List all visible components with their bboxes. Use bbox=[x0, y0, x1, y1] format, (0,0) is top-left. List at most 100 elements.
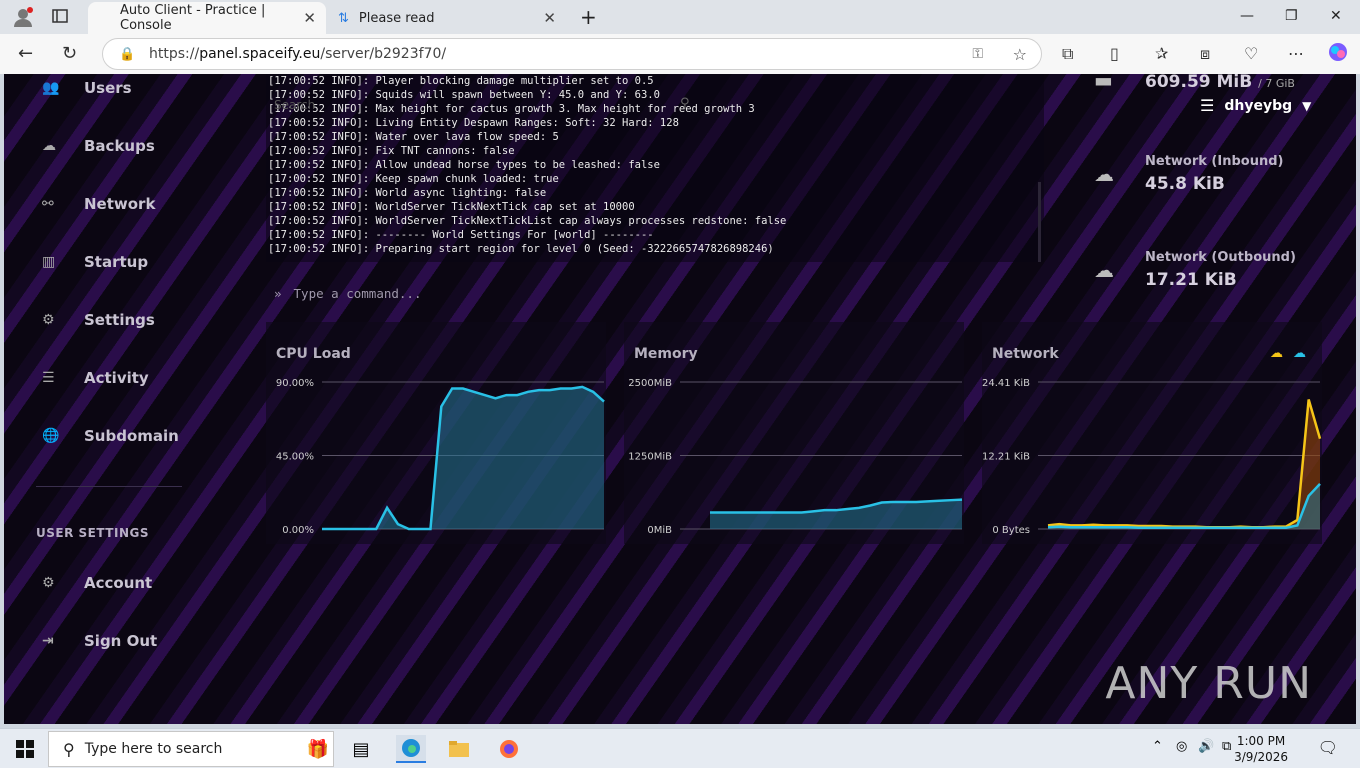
task-view-icon[interactable]: ▤ bbox=[346, 735, 376, 763]
cpu-chart-card: CPU Load 90.00% 45.00% 0.00% bbox=[266, 322, 606, 544]
cloud-download-icon: ☁ bbox=[1270, 346, 1283, 361]
sidebar-item-sign-out[interactable]: ⇥ Sign Out bbox=[42, 632, 157, 650]
globe-icon: 🌐 bbox=[42, 428, 60, 444]
list-icon: ☰ bbox=[42, 370, 55, 386]
edge-icon[interactable] bbox=[396, 735, 426, 763]
collections-icon[interactable]: ⧈ bbox=[1200, 44, 1210, 64]
console-scrollbar[interactable] bbox=[1038, 182, 1041, 262]
series-area bbox=[322, 386, 604, 529]
url-field[interactable]: 🔒 https://panel.spaceify.eu/server/b2923… bbox=[102, 38, 1042, 70]
key-icon[interactable]: ⚿ bbox=[972, 46, 983, 62]
volume-icon[interactable]: 🔊 bbox=[1198, 739, 1214, 754]
sidebar-item-label: Activity bbox=[84, 369, 149, 387]
refresh-icon[interactable]: ↻ bbox=[62, 43, 77, 64]
console-line: [17:00:52 INFO]: World async lighting: f… bbox=[268, 187, 547, 199]
y-tick-label: 12.21 KiB bbox=[982, 452, 1030, 463]
notifications-icon[interactable]: 🗨 bbox=[1318, 738, 1338, 757]
sidebar-item-label: Account bbox=[84, 574, 153, 592]
tab-console[interactable]: Auto Client - Practice | Console ✕ bbox=[88, 2, 326, 34]
network-legend: ☁ ☁ bbox=[1270, 346, 1306, 361]
sidebar: 👥 Users ☁ Backups ⚯ Network ▥ Startup ⚙ Setti… bbox=[4, 74, 194, 724]
sidebar-item-users[interactable]: 👥 Users bbox=[42, 79, 132, 97]
cpu-chart: 90.00% 45.00% 0.00% bbox=[276, 378, 605, 536]
console-line: [17:00:52 INFO]: Player blocking damage … bbox=[268, 75, 654, 87]
split-screen-icon[interactable]: ▯ bbox=[1110, 44, 1119, 63]
close-tab-icon[interactable]: ✕ bbox=[303, 9, 316, 27]
star-icon[interactable]: ☆ bbox=[1013, 45, 1027, 64]
memory-value: 609.59 MiB / 7 GiB bbox=[1145, 74, 1295, 92]
sidebar-item-startup[interactable]: ▥ Startup bbox=[42, 253, 148, 271]
sidebar-item-activity[interactable]: ☰ Activity bbox=[42, 369, 149, 387]
network-chart: 24.41 KiB 12.21 KiB 0 Bytes bbox=[982, 378, 1322, 536]
net-out-label: Network (Outbound) bbox=[1145, 250, 1296, 265]
extensions-icon[interactable]: ⧉ bbox=[1062, 44, 1073, 64]
search-icon[interactable]: ⚲ bbox=[680, 96, 690, 111]
sidebar-item-account[interactable]: ⚙ Account bbox=[42, 574, 152, 592]
browser-essentials-icon[interactable]: ♡ bbox=[1244, 44, 1258, 63]
sidebar-item-label: Network bbox=[84, 195, 156, 213]
sidebar-item-backups[interactable]: ☁ Backups bbox=[42, 137, 155, 155]
profile-icon[interactable] bbox=[12, 6, 34, 32]
firefox-icon[interactable] bbox=[494, 735, 524, 763]
series-area bbox=[710, 499, 962, 529]
console-line: [17:00:52 INFO]: Allow undead horse type… bbox=[268, 159, 660, 171]
sidebar-item-label: Settings bbox=[84, 311, 155, 329]
user-menu[interactable]: ☰ dhyeybg ▼ bbox=[1200, 96, 1311, 115]
minimize-button[interactable]: — bbox=[1240, 8, 1254, 24]
sidebar-item-subdomain[interactable]: 🌐 Subdomain bbox=[42, 427, 179, 445]
sidebar-divider bbox=[36, 486, 182, 487]
memory-used: 609.59 MiB bbox=[1145, 74, 1253, 92]
chart-title: Network bbox=[992, 346, 1059, 362]
network-icon: ⚯ bbox=[42, 196, 54, 212]
back-icon[interactable]: ← bbox=[18, 43, 33, 64]
cloud-upload-icon: ☁ bbox=[1293, 346, 1306, 361]
restore-button[interactable]: ❐ bbox=[1285, 8, 1298, 24]
new-tab-button[interactable]: + bbox=[580, 5, 597, 29]
tab-label: Please read bbox=[358, 10, 435, 26]
net-in-value: 45.8 KiB bbox=[1145, 174, 1225, 194]
address-bar-row: ← ↻ 🔒 https://panel.spaceify.eu/server/b… bbox=[0, 34, 1360, 74]
memory-chart-card: Memory 2500MiB 1250MiB 0MiB bbox=[624, 322, 964, 544]
memory-chart: 2500MiB 1250MiB 0MiB bbox=[628, 378, 963, 536]
copilot-icon[interactable] bbox=[1328, 42, 1348, 66]
command-input[interactable]: » Type a command... bbox=[266, 274, 1044, 312]
y-tick-label: 2500MiB bbox=[628, 378, 672, 389]
taskbar: ⚲ Type here to search 🎁 ▤ ⌃ ◎ 🔊 ⧉ 1:00 P… bbox=[0, 728, 1360, 768]
console-line: [17:00:52 INFO]: Preparing start region … bbox=[268, 243, 774, 255]
y-tick-label: 45.00% bbox=[276, 452, 314, 463]
search-placeholder: Type here to search bbox=[84, 741, 223, 757]
meet-icon[interactable]: ◎ bbox=[1176, 739, 1187, 754]
clock-date: 3/9/2026 bbox=[1234, 750, 1288, 764]
y-tick-label: 24.41 KiB bbox=[982, 378, 1030, 389]
user-settings-heading: USER SETTINGS bbox=[36, 526, 149, 540]
gears-icon: ⚙ bbox=[42, 575, 55, 591]
chevron-up-icon[interactable]: ⌃ bbox=[1152, 739, 1163, 754]
y-tick-label: 0MiB bbox=[647, 525, 672, 536]
url-prefix: https:// bbox=[149, 46, 200, 62]
user-name: dhyeybg bbox=[1224, 97, 1293, 114]
network-status-icon[interactable]: ⧉ bbox=[1222, 739, 1231, 754]
more-menu-icon[interactable]: ⋯ bbox=[1288, 44, 1304, 63]
sidebar-item-network[interactable]: ⚯ Network bbox=[42, 195, 155, 213]
favorites-icon[interactable]: ✰ bbox=[1155, 44, 1168, 63]
clock-time: 1:00 PM bbox=[1236, 734, 1286, 748]
windows-start-icon[interactable] bbox=[10, 735, 40, 763]
tab-please-read[interactable]: ⇅ Please read ✕ bbox=[328, 2, 566, 34]
memory-icon: ▬ bbox=[1094, 74, 1113, 92]
console-line: [17:00:52 INFO]: Water over lava flow sp… bbox=[268, 131, 559, 143]
series-line bbox=[1047, 399, 1322, 529]
chevron-down-icon: ▼ bbox=[1302, 98, 1312, 113]
sidebar-item-settings[interactable]: ⚙ Settings bbox=[42, 311, 155, 329]
taskbar-search[interactable]: ⚲ Type here to search 🎁 bbox=[48, 731, 334, 767]
net-out-value: 17.21 KiB bbox=[1145, 270, 1237, 290]
cloud-icon: ☁ bbox=[42, 138, 56, 154]
close-tab-icon[interactable]: ✕ bbox=[543, 9, 556, 27]
file-explorer-icon[interactable] bbox=[444, 735, 474, 763]
gears-icon: ⚙ bbox=[42, 312, 55, 328]
tab-actions-icon[interactable] bbox=[52, 8, 68, 28]
clock[interactable]: 1:00 PM 3/9/2026 bbox=[1234, 733, 1288, 765]
close-window-button[interactable]: ✕ bbox=[1330, 8, 1342, 24]
y-tick-label: 90.00% bbox=[276, 378, 314, 389]
y-tick-label: 1250MiB bbox=[628, 452, 672, 463]
browser-tab-strip: Auto Client - Practice | Console ✕ ⇅ Ple… bbox=[0, 0, 1360, 34]
